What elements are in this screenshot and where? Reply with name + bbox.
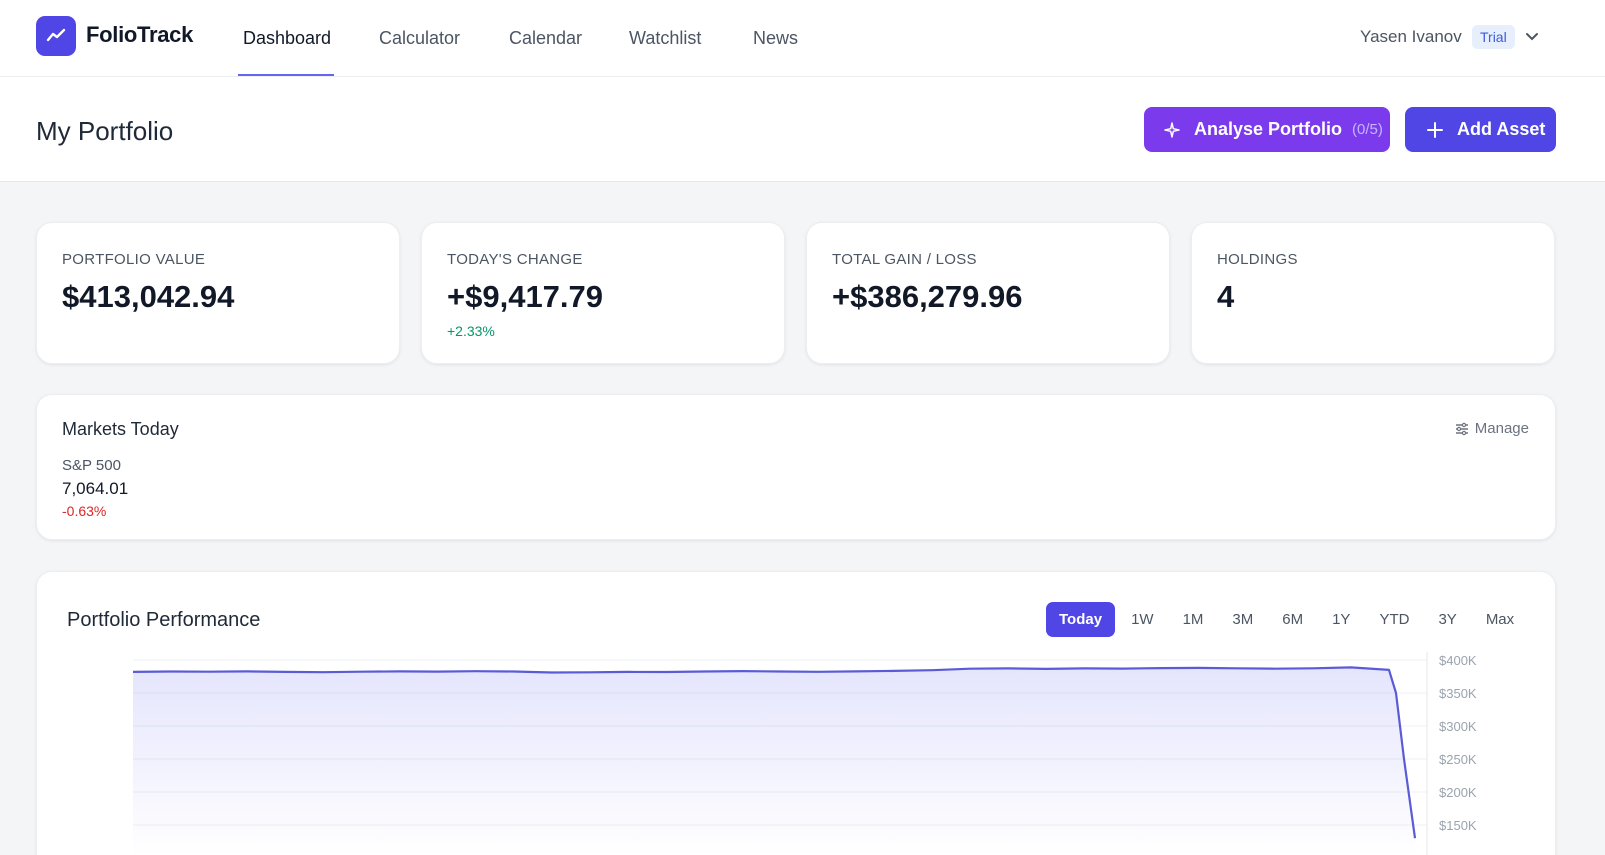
user-name[interactable]: Yasen Ivanov	[1360, 27, 1462, 47]
stat-value: +$9,417.79	[447, 279, 604, 314]
stat-label: PORTFOLIO VALUE	[62, 251, 206, 268]
page-header: My Portfolio Analyse Portfolio (0/5) Add…	[0, 77, 1605, 182]
analyse-portfolio-button[interactable]: Analyse Portfolio (0/5)	[1144, 107, 1390, 152]
plan-badge: Trial	[1472, 25, 1515, 49]
nav-watchlist[interactable]: Watchlist	[629, 28, 701, 49]
market-name: S&P 500	[62, 457, 121, 474]
analyse-count: (0/5)	[1352, 121, 1383, 138]
page-title: My Portfolio	[36, 116, 174, 146]
stat-change-percent: +2.33%	[447, 323, 495, 339]
stat-label: TOTAL GAIN / LOSS	[832, 251, 977, 268]
add-asset-button[interactable]: Add Asset	[1405, 107, 1556, 152]
market-value: 7,064.01	[62, 479, 129, 498]
holdings-card: HOLDINGS 4	[1191, 222, 1555, 364]
y-tick-label: $150K	[1439, 818, 1477, 833]
nav-dashboard[interactable]: Dashboard	[243, 28, 331, 49]
add-asset-label: Add Asset	[1457, 119, 1546, 139]
manage-label: Manage	[1474, 420, 1529, 437]
y-tick-label: $200K	[1439, 785, 1477, 800]
active-nav-indicator	[238, 74, 334, 76]
total-gain-loss-card: TOTAL GAIN / LOSS +$386,279.96	[806, 222, 1170, 364]
markets-today-card: Markets Today Manage S&P 500 7,064.01 -0…	[36, 394, 1556, 540]
performance-chart[interactable]: $400K $350K $300K $250K $200K $150K	[37, 572, 1557, 855]
plus-icon	[1427, 121, 1443, 138]
nav-news[interactable]: News	[753, 28, 798, 49]
y-tick-label: $350K	[1439, 686, 1477, 701]
logo-icon[interactable]	[36, 16, 76, 56]
stat-label: TODAY'S CHANGE	[447, 251, 583, 268]
markets-title: Markets Today	[62, 419, 179, 439]
y-tick-label: $300K	[1439, 719, 1477, 734]
todays-change-card: TODAY'S CHANGE +$9,417.79 +2.33%	[421, 222, 785, 364]
stat-value: +$386,279.96	[832, 279, 1023, 314]
market-change: -0.63%	[62, 503, 107, 519]
nav-calendar[interactable]: Calendar	[509, 28, 582, 49]
stat-value: 4	[1217, 279, 1235, 314]
performance-area	[133, 667, 1415, 855]
nav-calculator[interactable]: Calculator	[379, 28, 460, 49]
chevron-down-icon[interactable]	[1524, 28, 1540, 44]
stat-value: $413,042.94	[62, 279, 235, 314]
app-name[interactable]: FolioTrack	[86, 22, 193, 48]
stat-label: HOLDINGS	[1217, 251, 1298, 268]
analyse-portfolio-label: Analyse Portfolio	[1194, 119, 1343, 139]
portfolio-value-card: PORTFOLIO VALUE $413,042.94	[36, 222, 400, 364]
y-tick-label: $400K	[1439, 653, 1477, 668]
y-tick-label: $250K	[1439, 752, 1477, 767]
sparkle-icon	[1164, 121, 1180, 138]
sliders-icon	[1455, 422, 1468, 435]
top-nav: FolioTrack Dashboard Calculator Calendar…	[0, 0, 1605, 77]
portfolio-performance-card: Portfolio Performance Today 1W 1M 3M 6M …	[36, 571, 1556, 855]
manage-markets-button[interactable]: Manage	[1455, 420, 1529, 437]
